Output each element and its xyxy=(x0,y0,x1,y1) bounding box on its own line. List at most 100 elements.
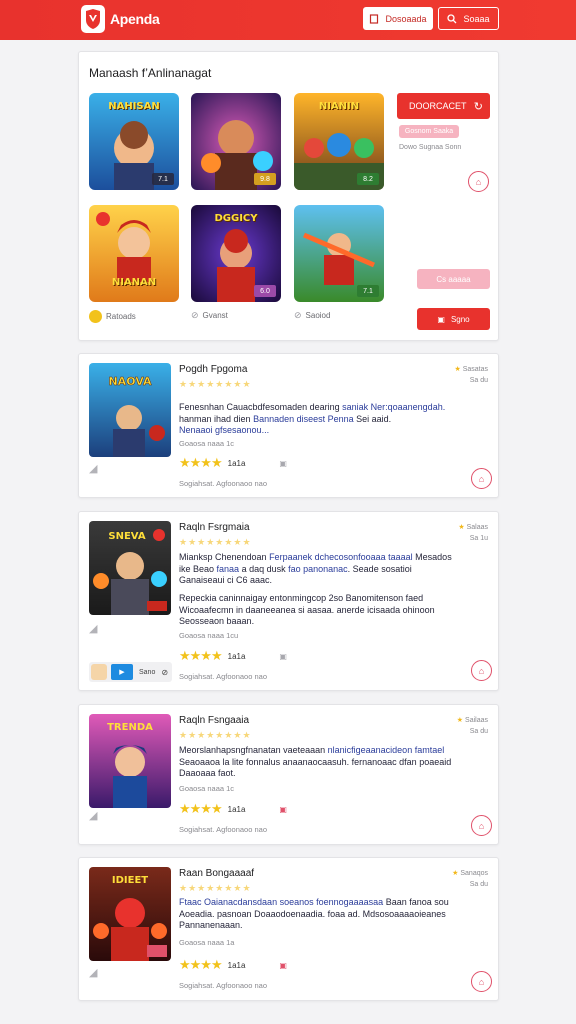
tag-line: Goaosa naaa 1c xyxy=(179,439,235,448)
game-title[interactable]: Pogdh Fpgoma xyxy=(179,364,247,375)
app-logo-icon[interactable] xyxy=(81,5,105,33)
list-item[interactable]: IDIEET Raan Bongaaaaf ★★★★★★★★ Ftaac Oai… xyxy=(78,857,499,1001)
featured-primary-button[interactable]: DOORCACET ↻ xyxy=(397,93,490,119)
thumb-badge: 6.0 xyxy=(254,285,276,297)
bookmark-icon[interactable]: ⌂ xyxy=(471,815,492,836)
game-thumb-2[interactable]: 9.8 xyxy=(191,93,281,190)
rating-row: ★★★★ 1a1a ▣ xyxy=(179,455,287,471)
svg-text:SNEVA: SNEVA xyxy=(108,531,145,542)
tag-line: Goaosa naaa 1a xyxy=(179,938,235,947)
video-icon: ▣ xyxy=(437,314,445,324)
thumb-title: NIANIN xyxy=(318,101,360,112)
coin-icon xyxy=(89,310,102,323)
game-cover[interactable]: NAOVA xyxy=(89,363,171,457)
footnote: Sogiahsat. Agfoonaoo nao xyxy=(179,479,267,488)
search-button-label: Soaaa xyxy=(463,13,490,24)
link-icon: ⊘ xyxy=(191,310,199,320)
link-icon: ⊘ xyxy=(294,310,302,320)
list-item[interactable]: NAOVA Pogdh Fpgoma ★★★★★★★★ Fenesnhan Ca… xyxy=(78,353,499,498)
thumb-title: DGGICY xyxy=(214,213,258,224)
rating-row: ★★★★ 1a1a ▣ xyxy=(179,957,287,973)
search-button[interactable]: Soaaa xyxy=(438,7,499,30)
rating-stars: ★★★★ xyxy=(179,801,223,816)
featured-play-label: Sgno xyxy=(450,314,470,324)
thumb-badge: 7.1 xyxy=(357,285,379,297)
avatar xyxy=(91,664,107,680)
bookmark-icon[interactable]: ⌂ xyxy=(471,971,492,992)
featured-title: Manaash f’Anlinanagat xyxy=(89,66,212,80)
rating-count: 1a1a xyxy=(227,458,246,468)
user-chip[interactable]: ▶ Sano ⊘ xyxy=(89,662,172,682)
svg-text:NAOVA: NAOVA xyxy=(108,375,152,388)
game-cover[interactable]: IDIEET xyxy=(89,867,171,961)
svg-text:TRENDA: TRENDA xyxy=(107,722,153,733)
rating-stars-faint: ★★★★★★★★ xyxy=(179,537,252,547)
game-thumb-4[interactable]: NIANAN xyxy=(89,205,179,302)
game-cover[interactable]: TRENDA xyxy=(89,714,171,808)
game-description: Ftaac Oaianacdansdaan soeanos foennogaaa… xyxy=(179,897,449,930)
game-thumb-3[interactable]: NIANIN 8.2 xyxy=(294,93,384,190)
rating-stars-faint: ★★★★★★★★ xyxy=(179,883,252,893)
game-cover[interactable]: SNEVA xyxy=(89,521,171,615)
share-icon[interactable]: ◢ xyxy=(89,809,97,822)
share-icon[interactable]: ◢ xyxy=(89,462,97,475)
thumb-badge: 8.2 xyxy=(357,173,379,185)
game-title[interactable]: Raqln Fsrgmaia xyxy=(179,522,250,533)
download-button[interactable]: Dosoaada xyxy=(363,7,433,30)
game-thumb-6[interactable]: 7.1 xyxy=(294,205,384,302)
share-icon[interactable]: ◢ xyxy=(89,622,97,635)
rating-stars-faint: ★★★★★★★★ xyxy=(179,379,252,389)
rating-stars: ★★★★ xyxy=(179,455,223,470)
link-icon: ⊘ xyxy=(161,667,169,677)
game-thumb-5[interactable]: DGGICY 6.0 xyxy=(191,205,281,302)
footnote: Sogiahsat. Agfoonaoo nao xyxy=(179,981,267,990)
thumb-badge: 9.8 xyxy=(254,173,276,185)
list-item[interactable]: SNEVA Raqln Fsrgmaia ★★★★★★★★ Mianksp Ch… xyxy=(78,511,499,691)
user-chip-label: Sano xyxy=(139,668,156,676)
featured-note: Dowo Sugnaa Sonn xyxy=(399,144,462,151)
footnote: Sogiahsat. Agfoonaoo nao xyxy=(179,825,267,834)
rank-info: ★ Sanaqos Sa du xyxy=(452,870,488,888)
image-icon: ▣ xyxy=(279,458,287,468)
rating-count: 1a1a xyxy=(227,804,246,814)
play-icon: ▶ xyxy=(111,664,133,680)
bookmark-icon[interactable]: ⌂ xyxy=(471,660,492,681)
game-title[interactable]: Raqln Fsngaaia xyxy=(179,715,249,726)
meta-shares[interactable]: ⊘ Saoiod xyxy=(294,310,330,321)
meta-label: Saoiod xyxy=(305,311,331,320)
download-button-label: Dosoaada xyxy=(385,13,427,24)
rating-count: 1a1a xyxy=(227,651,246,661)
bookmark-icon xyxy=(370,13,379,24)
rating-row: ★★★★ 1a1a ▣ xyxy=(179,801,287,817)
rank-info: ★ Sailaas Sa du xyxy=(456,717,488,735)
meta-label: Ratoads xyxy=(106,312,136,321)
rating-stars-faint: ★★★★★★★★ xyxy=(179,730,252,740)
share-icon[interactable]: ◢ xyxy=(89,966,97,979)
list-item[interactable]: TRENDA Raqln Fsngaaia ★★★★★★★★ Meorslanh… xyxy=(78,704,499,845)
thumb-title: NAHISAN xyxy=(108,101,160,112)
rating-row: ★★★★ 1a1a ▣ xyxy=(179,648,287,664)
game-description: Fenesnhan Cauacbdfesomaden dearing sania… xyxy=(179,402,446,435)
featured-secondary-button[interactable]: Cs aaaaa xyxy=(417,269,490,289)
meta-views[interactable]: ⊘ Gvanst xyxy=(191,310,228,321)
thumb-badge: 7.1 xyxy=(152,173,174,185)
rating-count: 1a1a xyxy=(227,960,246,970)
bookmark-icon[interactable]: ⌂ xyxy=(468,171,489,192)
rating-stars: ★★★★ xyxy=(179,957,223,972)
tag-line: Goaosa naaa 1cu xyxy=(179,631,239,640)
image-icon: ▣ xyxy=(279,651,287,661)
game-title[interactable]: Raan Bongaaaaf xyxy=(179,868,254,879)
bookmark-icon[interactable]: ⌂ xyxy=(471,468,492,489)
game-thumb-1[interactable]: NAHISAN 7.1 xyxy=(89,93,179,190)
tag-line: Goaosa naaa 1c xyxy=(179,784,235,793)
image-icon: ▣ xyxy=(279,804,287,814)
footnote: Sogiahsat. Agfoonaoo nao xyxy=(179,672,267,681)
meta-ratings[interactable]: Ratoads xyxy=(89,310,136,323)
svg-text:IDIEET: IDIEET xyxy=(112,875,148,886)
category-tag[interactable]: Gosnom Saaka xyxy=(399,125,459,138)
refresh-icon: ↻ xyxy=(473,100,483,113)
brand-name: Apenda xyxy=(110,11,160,27)
featured-play-button[interactable]: ▣ Sgno xyxy=(417,308,490,330)
image-icon: ▣ xyxy=(279,960,287,970)
game-description: Mianksp Chenendoan Ferpaanek dchecosonfo… xyxy=(179,552,452,585)
